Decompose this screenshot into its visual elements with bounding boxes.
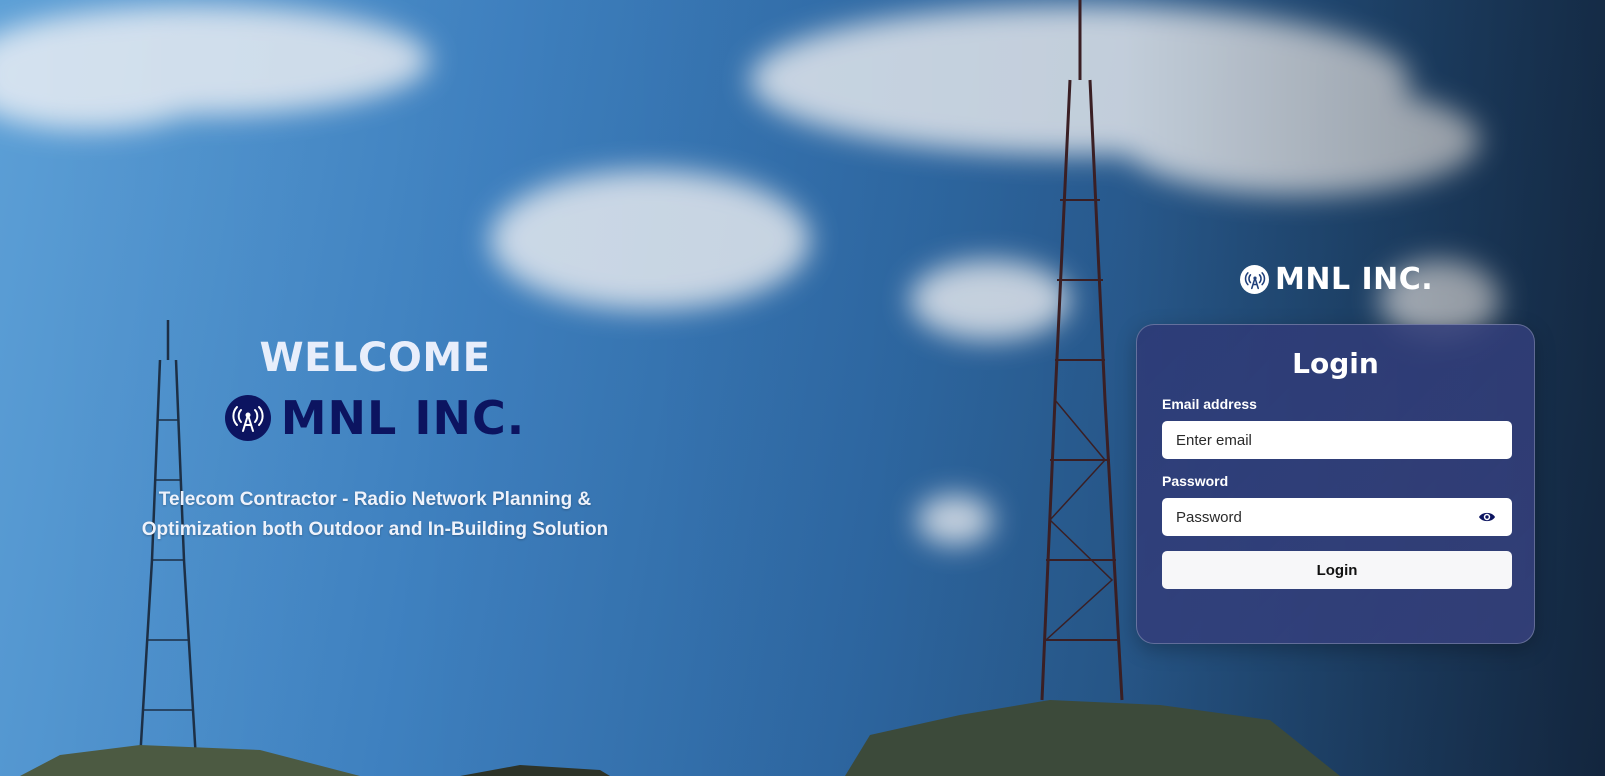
welcome-section: WELCOME MNL INC. Telecom Contractor - Ra…: [100, 335, 650, 545]
login-title: Login: [1292, 347, 1379, 380]
email-label: Email address: [1162, 396, 1257, 412]
login-button[interactable]: Login: [1162, 551, 1512, 589]
header-brand: MNL INC.: [1240, 262, 1433, 297]
tagline-line-1: Telecom Contractor - Radio Network Plann…: [158, 489, 592, 510]
hero-brand: MNL INC.: [100, 391, 650, 445]
radio-tower-icon: [1240, 265, 1269, 294]
welcome-heading: WELCOME: [259, 335, 491, 381]
password-field-wrap: [1162, 498, 1512, 536]
eye-icon[interactable]: [1477, 508, 1497, 526]
login-card: Login Email address Password Login: [1136, 324, 1535, 644]
password-label: Password: [1162, 473, 1229, 489]
email-field[interactable]: [1162, 421, 1512, 459]
radio-tower-icon: [224, 395, 271, 441]
email-field-wrap: [1162, 421, 1512, 459]
tagline: Telecom Contractor - Radio Network Plann…: [100, 485, 650, 545]
header-brand-name: MNL INC.: [1275, 262, 1434, 297]
hero-brand-name: MNL INC.: [280, 391, 526, 445]
password-field[interactable]: [1162, 498, 1512, 536]
tagline-line-2: Optimization both Outdoor and In-Buildin…: [141, 519, 609, 540]
